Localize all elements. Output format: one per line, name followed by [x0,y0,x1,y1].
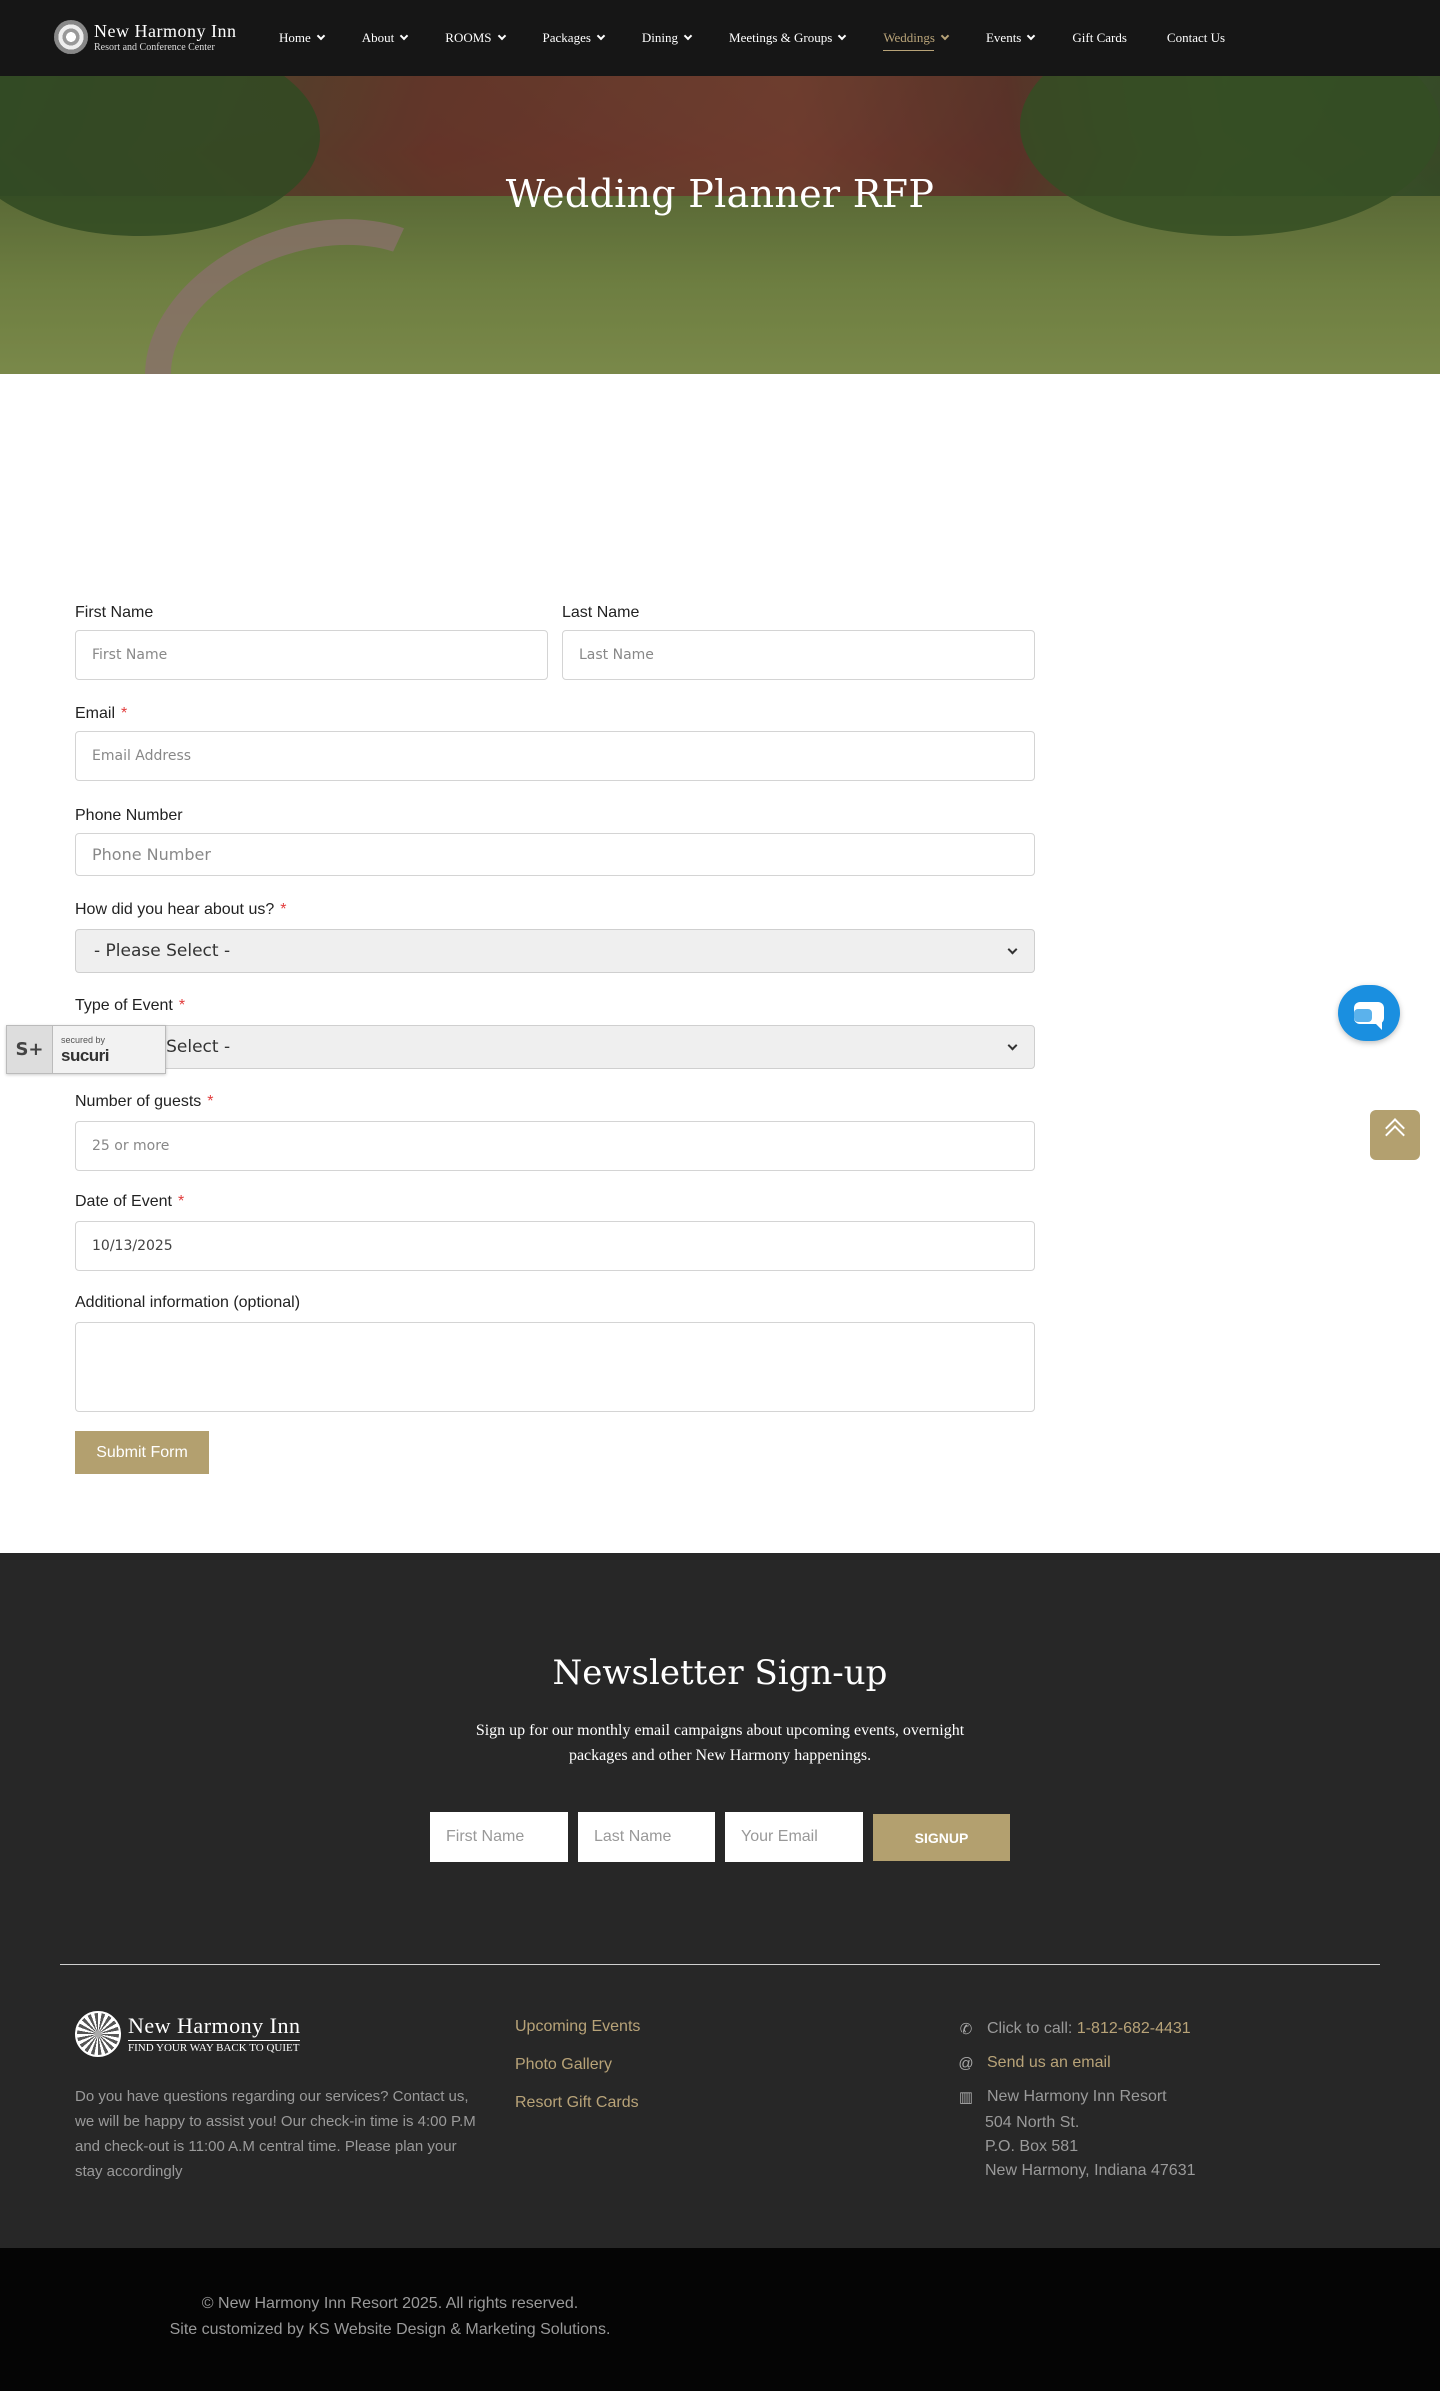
footer-divider [60,1964,1380,1965]
newsletter-last-name-input[interactable]: Last Name [578,1812,715,1862]
nav-rooms[interactable]: ROOMS [445,0,506,76]
footer: Newsletter Sign-up Sign up for our month… [0,1553,1440,2248]
at-icon: @ [958,2054,974,2072]
logo-emblem-icon [54,20,88,54]
chevron-down-icon [1007,944,1018,954]
logo-emblem-icon [75,2011,121,2057]
last-name-input[interactable]: Last Name [562,630,1035,680]
event-type-select[interactable]: - Please Select - [75,1025,1035,1069]
newsletter-title: Newsletter Sign-up [552,1653,888,1693]
logo-title: New Harmony Inn [94,20,237,41]
footer-about-text: Do you have questions regarding our serv… [75,2088,476,2180]
footer-email: @ Send us an email [957,2054,1111,2072]
newsletter-email-input[interactable]: Your Email [725,1812,863,1862]
nav-packages[interactable]: Packages [543,0,606,76]
address-line: P.O. Box 581 [985,2138,1079,2155]
email-label: Email * [75,705,128,722]
phone-link[interactable]: 1-812-682-4431 [1077,2020,1191,2038]
site-logo[interactable]: New Harmony Inn Resort and Conference Ce… [54,20,236,54]
chevron-down-icon [497,31,506,41]
footer-link-gift-cards[interactable]: Resort Gift Cards [515,2094,639,2112]
footer-logo[interactable]: New Harmony Inn FIND YOUR WAY BACK TO QU… [75,2011,301,2057]
last-name-label: Last Name [562,604,640,621]
nav-contact-us[interactable]: Contact Us [1167,0,1225,76]
back-to-top-button[interactable] [1370,1110,1420,1160]
site-credit: Site customized by KS Website Design & M… [169,2321,611,2338]
phone-icon: ✆ [959,2021,973,2038]
heard-select[interactable]: - Please Select - [75,929,1035,973]
chevron-down-icon [683,31,693,41]
nav-about[interactable]: About [362,0,409,76]
logo-subtitle: Resort and Conference Center [94,41,215,53]
chevron-down-icon [1007,1040,1018,1050]
chevron-down-icon [400,31,409,41]
nav-home[interactable]: Home [279,0,326,76]
sucuri-badge[interactable]: S+ secured by sucuri [6,1025,166,1074]
email-link[interactable]: Send us an email [987,2054,1111,2072]
address-line: New Harmony, Indiana 47631 [985,2162,1196,2179]
footer-address-heading: ▥ New Harmony Inn Resort [958,2088,1167,2106]
nav-gift-cards[interactable]: Gift Cards [1072,0,1127,76]
chevron-down-icon [316,31,326,41]
chat-button[interactable] [1338,985,1400,1041]
heard-label: How did you hear about us? * [75,901,287,918]
newsletter-first-name-input[interactable]: First Name [430,1812,568,1862]
main-nav: Home About ROOMS Packages Dining Meeting… [279,0,1225,76]
first-name-label: First Name [75,604,154,621]
copyright-text: © New Harmony Inn Resort 2025. All right… [201,2295,579,2312]
event-date-input[interactable]: 10/13/2025 [75,1221,1035,1271]
submit-form-button[interactable]: Submit Form [75,1431,209,1474]
nav-meetings-groups[interactable]: Meetings & Groups [729,0,847,76]
sucuri-shield-icon: S+ [7,1026,53,1073]
nav-events[interactable]: Events [986,0,1036,76]
address-line: 504 North St. [985,2114,1080,2131]
copyright-bar: © New Harmony Inn Resort 2025. All right… [0,2248,1440,2391]
chevron-down-icon [1027,31,1036,41]
footer-phone: ✆ Click to call: 1-812-682-4431 [957,2020,1191,2038]
email-field[interactable]: Email Address [75,731,1035,781]
page-title: Wedding Planner RFP [505,172,935,216]
additional-info-textarea[interactable] [75,1322,1035,1412]
footer-link-upcoming-events[interactable]: Upcoming Events [515,2018,640,2036]
event-type-label: Type of Event * [75,997,186,1014]
nav-dining[interactable]: Dining [642,0,693,76]
chevron-down-icon [838,31,847,41]
guests-label: Number of guests * [75,1093,214,1110]
footer-link-photo-gallery[interactable]: Photo Gallery [515,2056,612,2074]
chevron-down-icon [596,31,606,41]
phone-label: Phone Number [75,807,183,824]
chevron-down-icon [940,31,950,41]
guests-input[interactable]: 25 or more [75,1121,1035,1171]
hero-banner: Wedding Planner RFP [0,76,1440,374]
signup-button[interactable]: SIGNUP [873,1814,1010,1861]
additional-info-label: Additional information (optional) [75,1294,301,1311]
first-name-input[interactable]: First Name [75,630,548,680]
site-header: New Harmony Inn Resort and Conference Ce… [0,0,1440,76]
newsletter-text: Sign up for our monthly email campaigns … [475,1722,965,1764]
map-icon: ▥ [958,2089,974,2106]
nav-weddings[interactable]: Weddings [883,0,950,76]
date-label: Date of Event * [75,1193,185,1210]
phone-field[interactable]: Phone Number [75,833,1035,876]
